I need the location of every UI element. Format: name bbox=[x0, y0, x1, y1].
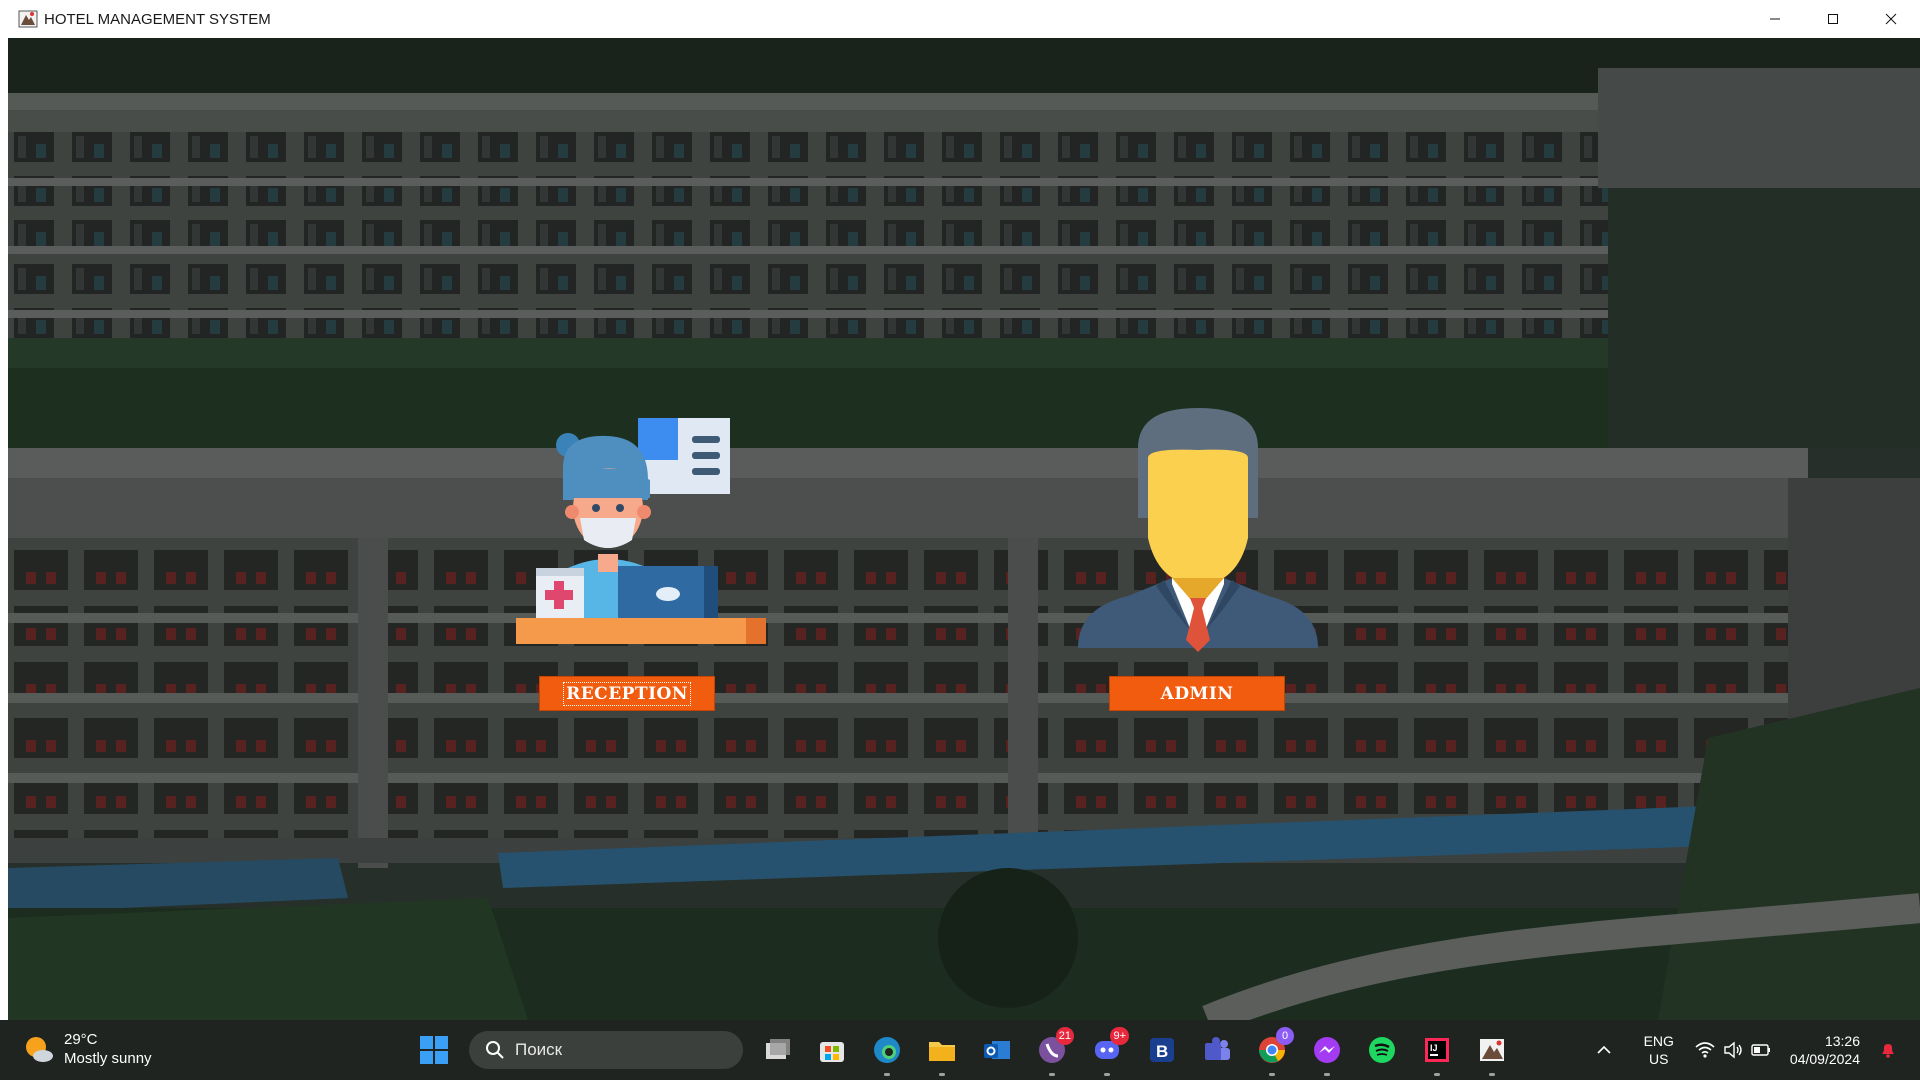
edge-running-indicator bbox=[884, 1073, 890, 1076]
outlook-button[interactable] bbox=[977, 1030, 1017, 1070]
maximize-button[interactable] bbox=[1804, 0, 1862, 38]
language-line2: US bbox=[1649, 1051, 1669, 1067]
show-hidden-icons-button[interactable] bbox=[1584, 1030, 1624, 1070]
weather-widget[interactable]: 29°C Mostly sunny bbox=[24, 1030, 152, 1068]
admin-avatar-icon bbox=[1078, 408, 1318, 652]
intellij-button[interactable]: IJ bbox=[1417, 1030, 1457, 1076]
messenger-button[interactable] bbox=[1307, 1030, 1347, 1076]
search-icon bbox=[486, 1041, 504, 1059]
windows-logo-icon bbox=[420, 1036, 448, 1064]
language-line1: ENG bbox=[1643, 1033, 1674, 1049]
java-app-button[interactable] bbox=[1472, 1030, 1512, 1076]
quick-settings[interactable] bbox=[1694, 1039, 1772, 1061]
discord-button[interactable]: 9+ bbox=[1087, 1027, 1129, 1076]
language-indicator[interactable]: ENG US bbox=[1644, 1032, 1674, 1068]
start-button[interactable] bbox=[414, 1030, 454, 1070]
teams-icon bbox=[1205, 1037, 1230, 1060]
task-view-icon bbox=[766, 1039, 790, 1059]
app-window: HOTEL MANAGEMENT SYSTEM RECEPTION ADMIN bbox=[0, 0, 1920, 1020]
minimize-button[interactable] bbox=[1746, 0, 1804, 38]
minimize-icon bbox=[1770, 18, 1780, 20]
chevron-up-icon bbox=[1597, 1045, 1611, 1054]
sun-cloud-icon bbox=[26, 1037, 53, 1062]
chrome-button[interactable]: 0 bbox=[1252, 1027, 1294, 1076]
clock-date: 04/09/2024 bbox=[1789, 1051, 1860, 1067]
maximize-icon bbox=[1828, 14, 1838, 24]
receptionist-icon bbox=[516, 418, 766, 644]
java-app-taskbar-icon bbox=[1480, 1039, 1504, 1061]
edge-button[interactable] bbox=[867, 1030, 907, 1076]
bell-icon bbox=[1882, 1044, 1894, 1058]
close-button[interactable] bbox=[1862, 0, 1920, 38]
login-canvas: RECEPTION ADMIN bbox=[8, 38, 1920, 1020]
viber-running-indicator bbox=[1049, 1073, 1055, 1076]
notifications-button[interactable] bbox=[1876, 1030, 1900, 1070]
weather-condition: Mostly sunny bbox=[64, 1050, 152, 1067]
java-app-running-indicator bbox=[1489, 1073, 1495, 1076]
java-app-icon bbox=[18, 10, 38, 28]
taskbar-apps: Поиск 21 9+ B 0 IJ bbox=[414, 1027, 1527, 1076]
window-controls bbox=[1746, 0, 1920, 38]
viber-badge: 21 bbox=[1055, 1027, 1074, 1045]
weather-temperature: 29°C bbox=[64, 1031, 98, 1048]
title-bar[interactable]: HOTEL MANAGEMENT SYSTEM bbox=[0, 0, 1920, 38]
svg-text:B: B bbox=[1156, 1042, 1168, 1061]
messenger-running-indicator bbox=[1324, 1073, 1330, 1076]
admin-button[interactable]: ADMIN bbox=[1109, 676, 1285, 711]
discord-badge: 9+ bbox=[1110, 1027, 1129, 1045]
task-view-button[interactable] bbox=[757, 1030, 797, 1070]
intellij-icon: IJ bbox=[1425, 1038, 1449, 1062]
intellij-running-indicator bbox=[1434, 1073, 1440, 1076]
battery-icon bbox=[1751, 1044, 1770, 1056]
admin-button-label: ADMIN bbox=[1160, 683, 1234, 704]
teams-button[interactable] bbox=[1197, 1030, 1237, 1070]
viber-button[interactable]: 21 bbox=[1032, 1027, 1074, 1076]
outlook-icon bbox=[984, 1041, 1010, 1059]
edge-icon bbox=[874, 1037, 900, 1063]
b-app-icon: B bbox=[1150, 1038, 1174, 1062]
clock-time: 13:26 bbox=[1824, 1033, 1860, 1049]
svg-text:IJ: IJ bbox=[1430, 1043, 1438, 1053]
messenger-icon bbox=[1314, 1037, 1340, 1063]
folder-icon bbox=[929, 1042, 955, 1061]
spotify-button[interactable] bbox=[1362, 1030, 1402, 1070]
b-app-button[interactable]: B bbox=[1142, 1030, 1182, 1070]
reception-button-label: RECEPTION bbox=[563, 681, 691, 706]
hotel-background-image bbox=[8, 38, 1920, 1020]
chrome-running-indicator bbox=[1269, 1073, 1275, 1076]
close-icon bbox=[1885, 13, 1897, 25]
chrome-badge: 0 bbox=[1276, 1027, 1294, 1045]
window-title: HOTEL MANAGEMENT SYSTEM bbox=[44, 10, 271, 28]
taskbar-search[interactable]: Поиск bbox=[469, 1031, 743, 1069]
volume-icon bbox=[1724, 1041, 1742, 1059]
discord-running-indicator bbox=[1104, 1073, 1110, 1076]
search-placeholder: Поиск bbox=[515, 1040, 563, 1059]
explorer-running-indicator bbox=[939, 1073, 945, 1076]
store-button[interactable] bbox=[812, 1030, 852, 1070]
taskbar: 29°C Mostly sunny Поиск 21 9+ B 0 IJ ENG… bbox=[0, 1020, 1920, 1080]
file-explorer-button[interactable] bbox=[922, 1030, 962, 1076]
clock[interactable]: 13:26 04/09/2024 bbox=[1790, 1032, 1860, 1068]
store-icon bbox=[820, 1042, 844, 1062]
reception-button[interactable]: RECEPTION bbox=[539, 676, 715, 711]
spotify-icon bbox=[1369, 1037, 1395, 1063]
wifi-icon bbox=[1695, 1042, 1715, 1058]
system-tray: ENG US 13:26 04/09/2024 bbox=[1584, 1020, 1920, 1080]
